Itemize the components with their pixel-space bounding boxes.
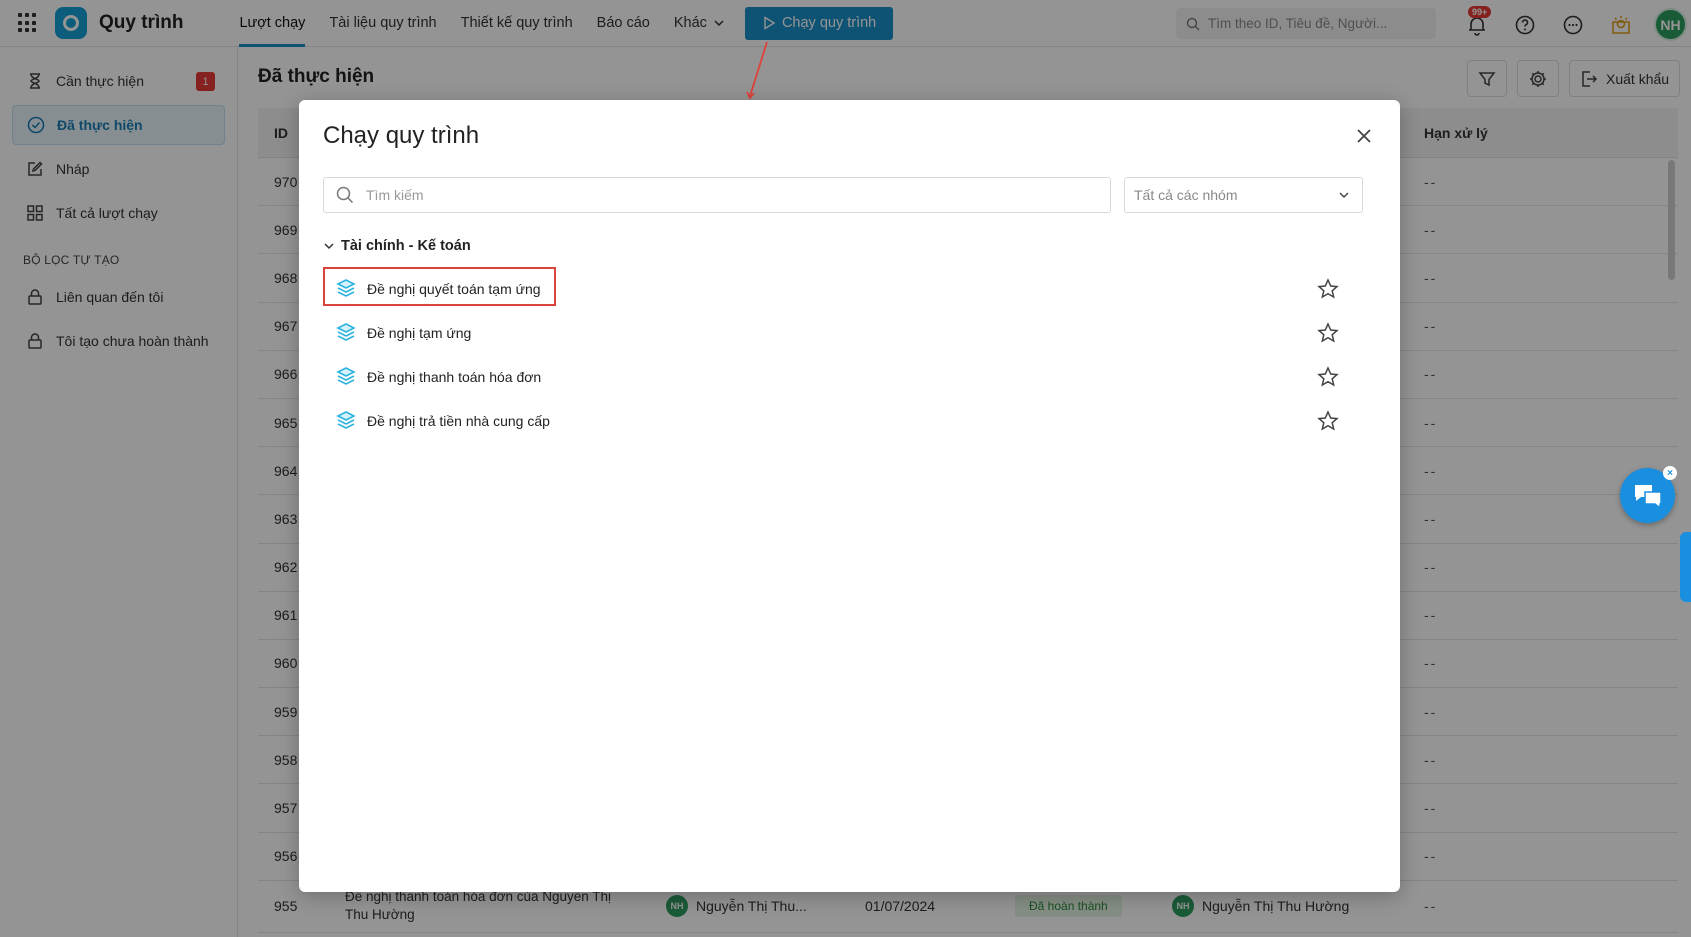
process-label: Đề nghị trả tiền nhà cung cấp: [367, 413, 550, 429]
process-icon: [336, 367, 356, 385]
chat-button[interactable]: ×: [1620, 466, 1677, 523]
process-group-toggle[interactable]: Tài chính - Kế toán: [323, 238, 471, 254]
process-search-field[interactable]: [323, 177, 1111, 213]
chevron-down-icon: [324, 243, 334, 250]
star-icon[interactable]: [1317, 278, 1339, 300]
process-label: Đề nghị tạm ứng: [367, 325, 472, 341]
side-panel-tab[interactable]: [1680, 532, 1691, 602]
search-icon: [336, 186, 354, 204]
process-icon: [336, 411, 356, 429]
process-item[interactable]: Đề nghị tạm ứng: [323, 311, 1373, 355]
star-icon[interactable]: [1317, 322, 1339, 344]
group-select[interactable]: Tất cả các nhóm: [1124, 177, 1363, 213]
chat-icon: [1634, 484, 1662, 510]
close-icon[interactable]: ×: [1663, 466, 1677, 480]
process-item[interactable]: Đề nghị thanh toán hóa đơn: [323, 355, 1373, 399]
chevron-down-icon: [1339, 192, 1349, 199]
close-button[interactable]: [1352, 124, 1376, 148]
process-item[interactable]: Đề nghị quyết toán tạm ứng: [323, 267, 1373, 311]
process-icon: [336, 323, 356, 341]
annotation-arrow-icon: [746, 41, 768, 100]
star-icon[interactable]: [1317, 366, 1339, 388]
dialog-title: Chạy quy trình: [323, 122, 480, 149]
close-icon: [1357, 129, 1371, 143]
run-process-dialog: Chạy quy trình Tất cả các nhóm Tài chính…: [299, 100, 1400, 892]
process-group-name: Tài chính - Kế toán: [341, 238, 471, 254]
process-label: Đề nghị thanh toán hóa đơn: [367, 369, 542, 385]
process-list: Đề nghị quyết toán tạm ứng Đề nghị tạm ứ…: [323, 267, 1373, 443]
process-search-input[interactable]: [366, 187, 1066, 203]
process-item[interactable]: Đề nghị trả tiền nhà cung cấp: [323, 399, 1373, 443]
star-icon[interactable]: [1317, 410, 1339, 432]
group-select-value: Tất cả các nhóm: [1134, 187, 1238, 203]
highlight-box: [323, 267, 556, 306]
